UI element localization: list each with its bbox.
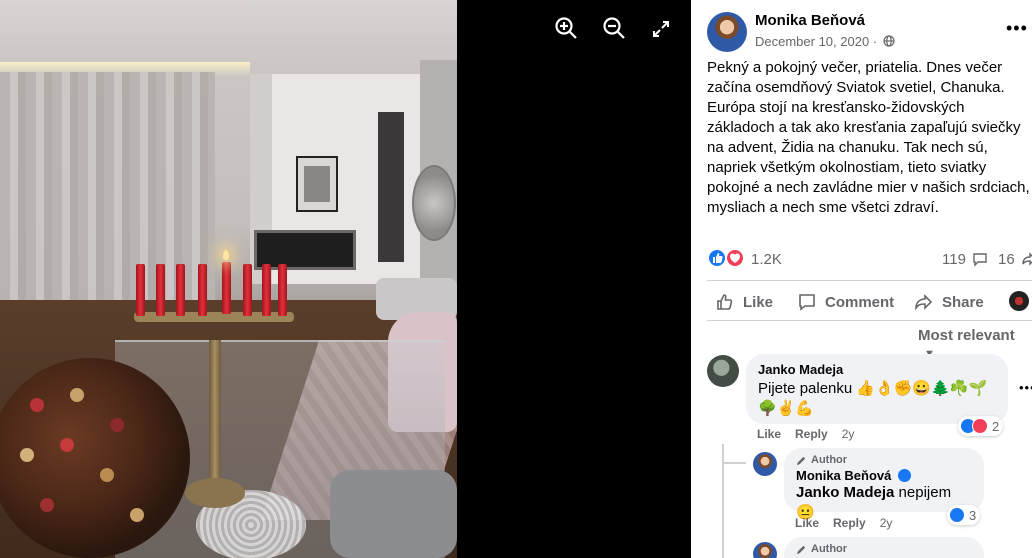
post-date[interactable]: December 10, 2020 · [755,34,895,49]
post-text: Pekný a pokojný večer, priatelia. Dnes v… [707,59,1030,216]
comment-button-label: Comment [825,293,895,311]
reply-reply-button[interactable]: Reply [833,516,866,530]
love-reaction-icon [972,418,988,434]
share-button[interactable]: Share [914,290,984,314]
like-reaction-icon [949,507,965,523]
comment-text-line: Pijete palenku 👍👌✊😀🌲☘️🌱 [758,380,988,397]
comment-time[interactable]: 2y [842,427,855,441]
reply-reaction-count: 3 [969,507,977,523]
photo-candle [262,264,271,316]
pencil-icon [796,545,806,554]
thumbs-up-icon [717,294,733,310]
comment-count-icon [973,253,987,267]
expand-icon[interactable] [652,20,678,46]
like-button-label: Like [743,293,774,311]
post-date-text[interactable]: December 10, 2020 · [755,34,877,49]
photo-picture-frame [296,156,338,212]
comment-text-line: 🌳✌️💪 [758,400,815,417]
post-photo[interactable] [0,0,457,558]
globe-icon [883,35,895,47]
sort-label: Most relevant [918,327,1015,344]
post-author-name[interactable]: Monika Beňová [755,12,865,29]
reply-reactions[interactable]: 3 [947,505,981,525]
zoom-in-icon[interactable] [554,16,580,42]
comment-count-value[interactable]: 119 [942,251,966,268]
photo-candle [176,264,185,316]
reply-author-name-text[interactable]: Monika Beňová [796,468,891,483]
photo-viewer-background [457,0,691,558]
author-badge: Author [796,543,972,555]
share-count-value[interactable]: 16 [998,251,1015,268]
photo-cushion [330,470,457,558]
divider [707,280,1032,281]
reply-bubble: Author [784,537,984,558]
comment-like-button[interactable]: Like [757,427,781,441]
reply-mention[interactable]: Janko Madeja [796,484,894,501]
reply-bubble: Author Monika Beňová Janko Madeja nepije… [784,448,984,521]
commenter-name[interactable]: Janko Madeja [758,362,996,377]
react-as-avatar[interactable] [1009,291,1029,311]
comment-count[interactable]: 119 [942,251,988,268]
photo-ceiling [0,0,457,70]
share-icon [915,294,933,311]
share-count[interactable]: 16 [998,251,1032,268]
reply-author-avatar[interactable] [753,452,777,476]
photo-menorah-stem [209,340,221,490]
reply-time[interactable]: 2y [880,516,893,530]
photo-candle [198,264,207,316]
comment-options-icon[interactable]: ••• [1019,380,1032,395]
author-badge: Author [796,454,972,466]
post-side-panel: Monika Beňová December 10, 2020 · ••• Pe… [691,0,1032,558]
like-reaction-icon [707,248,727,268]
reply-thread-connector [722,462,746,464]
share-count-icon [1022,252,1032,266]
like-button[interactable]: Like [715,290,773,314]
photo-candle [278,264,287,316]
more-options-icon[interactable]: ••• [1006,18,1028,39]
reply-author-name[interactable]: Monika Beňová [796,468,972,483]
reply-actions: Like Reply 2y [795,516,892,530]
share-button-label: Share [942,293,984,311]
photo-candle [243,264,252,316]
comment-actions: Like Reply 2y [757,427,854,441]
reaction-count[interactable]: 1.2K [751,251,782,268]
photo-niche [378,112,404,262]
pencil-icon [796,456,806,465]
photo-mirror [412,165,456,241]
comment-button[interactable]: Comment [797,290,894,314]
commenter-avatar[interactable] [707,355,739,387]
love-reaction-icon [725,248,745,268]
verified-badge-icon [897,469,911,482]
reply-like-button[interactable]: Like [795,516,819,530]
comment-reaction-count: 2 [992,418,1000,434]
comment-bubble: Janko Madeja Pijete palenku 👍👌✊😀🌲☘️🌱 🌳✌️… [746,354,1008,424]
photo-candle-flame [223,250,229,260]
reply-author-avatar[interactable] [753,542,777,558]
comment-text: Pijete palenku 👍👌✊😀🌲☘️🌱 🌳✌️💪 [758,379,996,419]
photo-menorah-base [185,478,245,508]
comment-reactions[interactable]: 2 [958,416,1004,436]
photo-candle [222,262,231,314]
divider [707,320,1032,321]
photo-candle [156,264,165,316]
comment-icon [799,294,815,311]
zoom-out-icon[interactable] [602,16,628,42]
author-avatar[interactable] [707,12,747,52]
author-badge-label: Author [811,454,848,466]
photo-candle [136,264,145,316]
author-badge-label: Author [811,543,848,555]
comment-reply-button[interactable]: Reply [795,427,828,441]
